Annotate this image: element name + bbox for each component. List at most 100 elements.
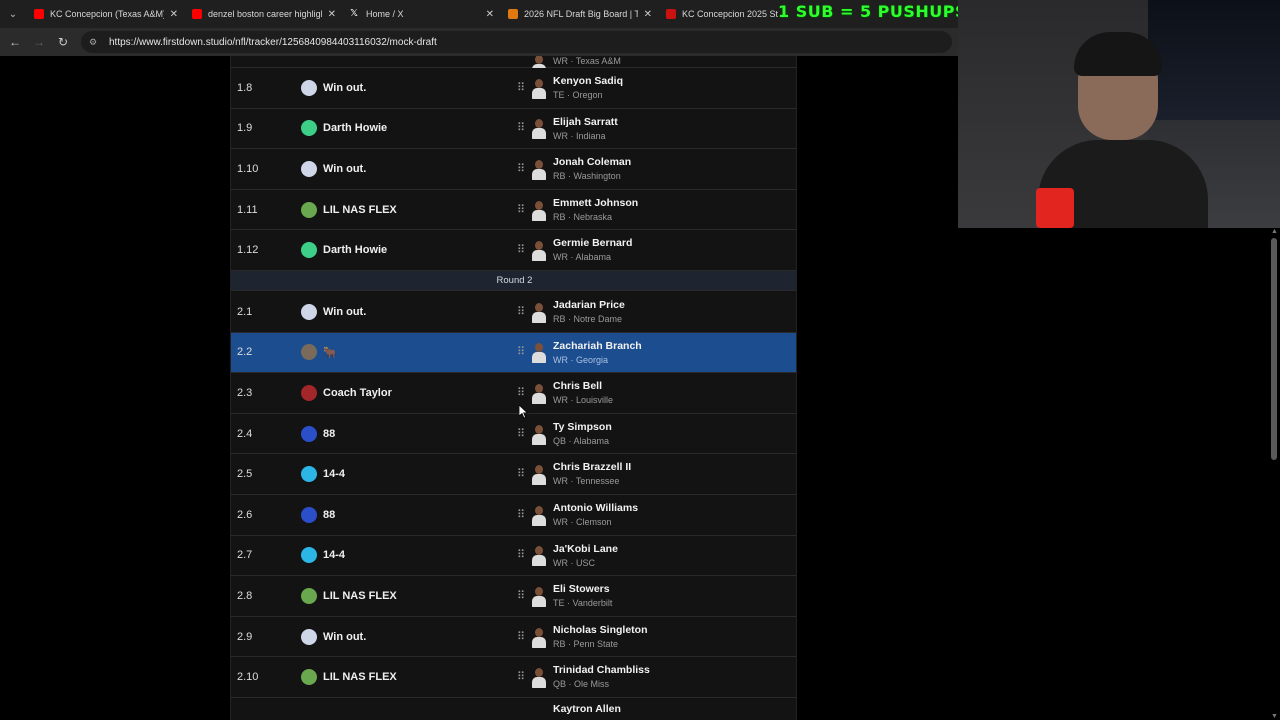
team-name: 🐂 xyxy=(323,346,337,359)
pick-number: 2.9 xyxy=(237,630,253,643)
player-name[interactable]: Emmett Johnson xyxy=(553,197,638,209)
drag-handle-icon[interactable]: ⠿ xyxy=(517,82,525,94)
drag-handle-icon[interactable]: ⠿ xyxy=(517,163,525,175)
mouse-cursor-icon xyxy=(519,405,529,419)
webcam-red-cup xyxy=(1036,188,1074,228)
table-row[interactable]: 2.5 14-4 ⠿ Chris Brazzell II WR · Tennessee xyxy=(231,454,796,495)
drag-handle-icon[interactable]: ⠿ xyxy=(517,387,525,399)
player-position-school: WR · Georgia xyxy=(553,354,609,365)
table-row-partial-bottom[interactable]: Kaytron Allen xyxy=(231,698,796,720)
table-row[interactable]: 2.2 🐂 ⠿ Zachariah Branch WR · Georgia xyxy=(231,332,796,374)
browser-tab[interactable]: KC Concepcion 2025 Stats p xyxy=(658,0,784,28)
back-button[interactable]: ← xyxy=(3,30,27,54)
table-row[interactable]: 1.12 Darth Howie ⠿ Germie Bernard WR · Alaba… xyxy=(231,230,796,271)
url-field[interactable]: ⚙ https://www.firstdown.studio/nfl/track… xyxy=(81,31,952,53)
table-row[interactable]: 2.4 88 ⠿ Ty Simpson QB · Alabama xyxy=(231,413,796,455)
pick-number: 2.6 xyxy=(237,508,253,521)
drag-handle-icon[interactable]: ⠿ xyxy=(517,346,525,358)
team-name: 14-4 xyxy=(323,549,346,562)
round-header: Round 2 xyxy=(231,271,796,291)
drag-handle-icon[interactable]: ⠿ xyxy=(517,428,525,440)
reload-button[interactable]: ↻ xyxy=(51,30,75,54)
tab-favicon-icon xyxy=(34,9,44,19)
drag-handle-icon[interactable]: ⠿ xyxy=(517,590,525,602)
pick-number: 2.7 xyxy=(237,549,253,562)
browser-tab[interactable]: denzel boston career highlights ✕ xyxy=(184,0,342,28)
tab-close-icon[interactable]: ✕ xyxy=(486,9,494,20)
team-name: Win out. xyxy=(323,630,367,643)
player-name[interactable]: Ty Simpson xyxy=(553,421,612,433)
table-row[interactable]: 1.9 Darth Howie ⠿ Elijah Sarratt WR · Indian… xyxy=(231,108,796,150)
player-name[interactable]: Trinidad Chambliss xyxy=(553,664,650,676)
address-bar: ← → ↻ ⚙ https://www.firstdown.studio/nfl… xyxy=(0,28,958,56)
player-name[interactable]: Ja'Kobi Lane xyxy=(553,543,618,555)
scrollbar-thumb[interactable] xyxy=(1271,238,1277,460)
table-row[interactable]: 2.10 LIL NAS FLEX ⠿ Trinidad Chambliss QB · … xyxy=(231,657,796,698)
pick-number: 2.4 xyxy=(237,427,253,440)
player-photo xyxy=(530,301,548,323)
table-row[interactable]: 1.11 LIL NAS FLEX ⠿ Emmett Johnson RB · Nebr… xyxy=(231,189,796,231)
player-name[interactable]: Eli Stowers xyxy=(553,583,610,595)
browser-tab[interactable]: 2026 NFL Draft Big Board | Tank ✕ xyxy=(500,0,658,28)
player-name[interactable]: Chris Brazzell II xyxy=(553,461,631,473)
table-row[interactable]: 1.8 Win out. ⠿ Kenyon Sadiq TE · Oregon xyxy=(231,68,796,109)
team-avatar-icon xyxy=(301,669,317,686)
player-position-school: RB · Washington xyxy=(553,171,621,182)
player-name[interactable]: Kaytron Allen xyxy=(553,703,621,715)
drag-handle-icon[interactable]: ⠿ xyxy=(517,631,525,643)
tab-favicon-icon xyxy=(666,9,676,19)
player-photo xyxy=(530,504,548,526)
tab-favicon-icon xyxy=(508,9,518,19)
forward-button[interactable]: → xyxy=(27,30,51,54)
player-name[interactable]: Kenyon Sadiq xyxy=(553,75,623,87)
table-row-partial-top[interactable]: WR · Texas A&M xyxy=(231,56,796,75)
page-scrollbar[interactable]: ▲ ▼ xyxy=(1268,228,1280,720)
browser-tab[interactable]: KC Concepcion (Texas A&M) II ✕ xyxy=(26,0,184,28)
scroll-up-icon[interactable]: ▲ xyxy=(1271,228,1278,235)
table-row[interactable]: 2.3 Coach Taylor ⠿ Chris Bell WR · Louisvill… xyxy=(231,373,796,414)
table-row[interactable]: 1.10 Win out. ⠿ Jonah Coleman RB · Washingto… xyxy=(231,149,796,190)
player-name[interactable]: Chris Bell xyxy=(553,380,602,392)
player-name[interactable]: Nicholas Singleton xyxy=(553,624,648,636)
table-row[interactable]: 2.9 Win out. ⠿ Nicholas Singleton RB · Penn … xyxy=(231,616,796,658)
player-name[interactable]: Jadarian Price xyxy=(553,299,625,311)
drag-handle-icon[interactable]: ⠿ xyxy=(517,509,525,521)
team-avatar-icon xyxy=(301,425,317,442)
tab-search-icon[interactable]: ⌄ xyxy=(0,0,26,28)
team-name: LIL NAS FLEX xyxy=(323,671,397,684)
pick-number: 2.3 xyxy=(237,386,253,399)
player-name[interactable]: Antonio Williams xyxy=(553,502,638,514)
tab-close-icon[interactable]: ✕ xyxy=(170,9,178,20)
drag-handle-icon[interactable]: ⠿ xyxy=(517,204,525,216)
tab-title: KC Concepcion (Texas A&M) II xyxy=(50,9,164,19)
player-name[interactable]: Germie Bernard xyxy=(553,237,632,249)
tab-close-icon[interactable]: ✕ xyxy=(328,9,336,20)
player-position-school: RB · Notre Dame xyxy=(553,314,623,324)
player-name[interactable]: Zachariah Branch xyxy=(553,340,642,352)
drag-handle-icon[interactable]: ⠿ xyxy=(517,122,525,134)
team-avatar-icon xyxy=(301,79,317,96)
drag-handle-icon[interactable]: ⠿ xyxy=(517,549,525,561)
player-photo xyxy=(530,239,548,262)
tab-close-icon[interactable]: ✕ xyxy=(644,9,652,20)
scroll-down-icon[interactable]: ▼ xyxy=(1271,713,1278,720)
team-name: Win out. xyxy=(323,162,367,175)
table-row[interactable]: 2.8 LIL NAS FLEX ⠿ Eli Stowers TE · Vanderbi… xyxy=(231,576,796,617)
drag-handle-icon[interactable]: ⠿ xyxy=(517,244,525,256)
webcam-window xyxy=(1148,0,1280,120)
table-row[interactable]: 2.6 88 ⠿ Antonio Williams WR · Clemson xyxy=(231,495,796,536)
player-position-school: QB · Alabama xyxy=(553,435,610,446)
drag-handle-icon[interactable]: ⠿ xyxy=(517,306,525,318)
browser-tab[interactable]: 𝕏 Home / X ✕ xyxy=(342,0,500,28)
drag-handle-icon[interactable]: ⠿ xyxy=(517,671,525,683)
player-photo xyxy=(530,158,548,180)
player-name[interactable]: Jonah Coleman xyxy=(553,156,631,168)
player-photo xyxy=(530,382,548,404)
player-position-school: RB · Penn State xyxy=(553,638,619,649)
player-photo xyxy=(530,199,548,221)
player-name[interactable]: Elijah Sarratt xyxy=(553,116,618,128)
site-info-icon[interactable]: ⚙ xyxy=(89,37,101,47)
drag-handle-icon[interactable]: ⠿ xyxy=(517,468,525,480)
table-row[interactable]: 2.1 Win out. ⠿ Jadarian Price RB · Notre Dam… xyxy=(231,292,796,333)
table-row[interactable]: 2.7 14-4 ⠿ Ja'Kobi Lane WR · USC xyxy=(231,535,796,577)
